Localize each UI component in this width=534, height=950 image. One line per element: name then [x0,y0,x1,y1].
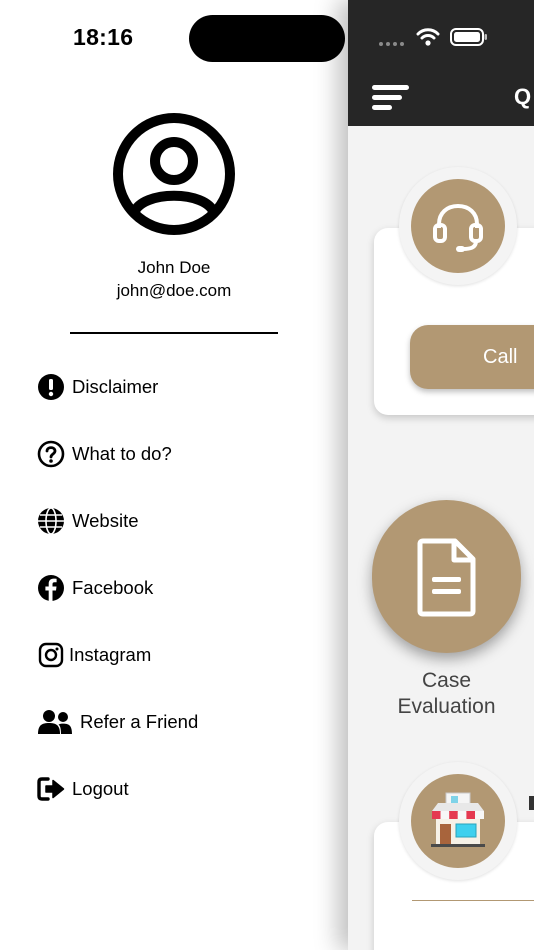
menu-item-label: Logout [72,778,129,799]
dynamic-island [189,15,345,62]
question-circle-icon [37,440,65,468]
menu-item-label: Disclaimer [72,376,159,397]
headset-icon [433,203,483,252]
facebook-icon [37,574,65,602]
globe-icon [37,507,65,535]
case-evaluation-label: Case [421,669,472,692]
header-title: Q [514,84,532,109]
main-screen: Q Call Case Evaluation [348,0,534,950]
user-email: john@doe.com [116,281,232,300]
case-evaluation-label: Evaluation [397,695,496,718]
document-icon [417,538,475,616]
menu-item-website[interactable]: Website [37,506,139,536]
logout-icon [37,775,65,803]
case-evaluation-button[interactable] [372,500,521,653]
menu-item-label: Website [72,510,139,531]
truncated-text [529,796,534,810]
menu-item-disclaimer[interactable]: Disclaimer [37,372,158,402]
menu-item-what-to-do[interactable]: What to do? [37,439,172,469]
call-button[interactable]: Call [410,325,534,389]
support-icon-badge [399,167,517,285]
app-header: Q [348,0,534,126]
menu-icon[interactable] [372,85,410,111]
cellular-signal-icon [379,42,404,46]
store-icon-badge [399,762,517,880]
wifi-icon [416,28,440,46]
menu-item-label: Instagram [69,644,152,665]
status-time: 18:16 [73,24,134,50]
menu-item-label: Refer a Friend [80,711,199,732]
menu-item-facebook[interactable]: Facebook [37,573,153,603]
divider [412,900,534,901]
menu-item-logout[interactable]: Logout [37,774,129,804]
menu-item-instagram[interactable]: Instagram [37,640,151,670]
user-name: John Doe [137,258,211,277]
navigation-drawer: 18:16 John Doe john@doe.com Disclaimer W… [0,0,348,950]
menu-item-label: What to do? [72,443,172,464]
menu-item-label: Facebook [72,577,154,598]
user-avatar-icon [113,113,235,235]
users-icon [37,708,73,736]
store-icon [431,792,485,847]
instagram-icon [37,641,65,669]
menu-item-refer-a-friend[interactable]: Refer a Friend [37,707,198,737]
battery-icon [450,28,487,46]
exclamation-circle-icon [37,373,65,401]
divider [70,332,278,334]
